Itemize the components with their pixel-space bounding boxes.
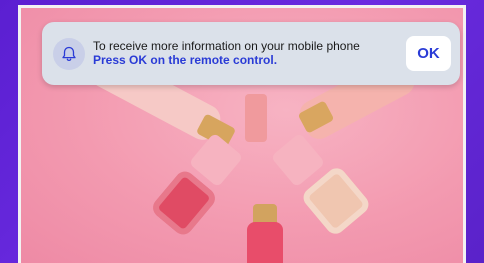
cosmetic-tube-image xyxy=(247,222,283,263)
bell-icon xyxy=(53,38,85,70)
nail-polish-cap-image xyxy=(270,132,326,188)
notification-message: To receive more information on your mobi… xyxy=(93,39,360,53)
ok-button[interactable]: OK xyxy=(406,36,451,71)
cosmetic-tube-image xyxy=(245,94,267,142)
notification-banner: To receive more information on your mobi… xyxy=(42,22,460,85)
notification-instruction: Press OK on the remote control. xyxy=(93,53,278,67)
